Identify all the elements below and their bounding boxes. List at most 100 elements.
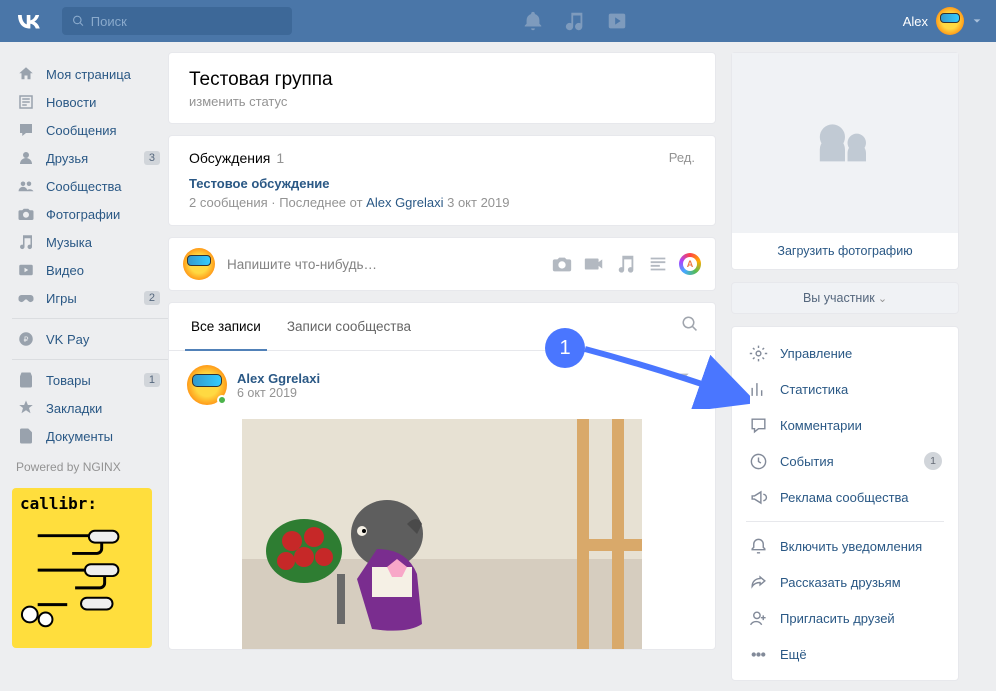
sidebar-item-docs[interactable]: Документы xyxy=(12,422,168,450)
games-icon xyxy=(16,288,36,308)
action-item-share[interactable]: Рассказать друзьям xyxy=(746,564,944,600)
upload-photo-link[interactable]: Загрузить фотографию xyxy=(732,233,958,269)
change-status-link[interactable]: изменить статус xyxy=(189,94,695,109)
music-icon xyxy=(16,232,36,252)
sidebar-item-groups[interactable]: Сообщества xyxy=(12,172,168,200)
event-icon xyxy=(748,451,768,471)
online-indicator xyxy=(217,395,227,405)
user-menu[interactable]: Alex xyxy=(903,7,982,35)
mgmt-item-gear[interactable]: Управление xyxy=(746,335,944,371)
discussions-count: 1 xyxy=(276,150,284,166)
composer-avatar xyxy=(183,248,215,280)
chevron-down-icon xyxy=(972,16,982,26)
svg-text:₽: ₽ xyxy=(24,335,29,344)
user-avatar xyxy=(936,7,964,35)
search-input[interactable] xyxy=(91,14,282,29)
mgmt-item-comment[interactable]: Комментарии xyxy=(746,407,944,443)
composer-placeholder[interactable]: Напишите что-нибудь… xyxy=(227,257,539,272)
invite-icon xyxy=(748,608,768,628)
gear-icon xyxy=(748,343,768,363)
mgmt-item-label: Статистика xyxy=(780,382,848,397)
sidebar-item-market[interactable]: Товары1 xyxy=(12,366,168,394)
action-item-label: Ещё xyxy=(780,647,807,662)
sidebar-item-label: Игры xyxy=(46,291,77,306)
sidebar-item-pay[interactable]: ₽VK Pay xyxy=(12,325,168,353)
camera-icon[interactable] xyxy=(551,253,573,275)
sidebar-item-label: Сообщества xyxy=(46,179,122,194)
sidebar-badge: 2 xyxy=(144,291,160,305)
right-column: Загрузить фотографию Вы участник Управле… xyxy=(731,52,959,681)
photo-icon xyxy=(16,204,36,224)
mgmt-item-label: События xyxy=(780,454,834,469)
mgmt-item-label: Управление xyxy=(780,346,852,361)
action-item-invite[interactable]: Пригласить друзей xyxy=(746,600,944,636)
bell-icon xyxy=(748,536,768,556)
market-icon xyxy=(16,370,36,390)
left-sidebar: Моя страница НовостиСообщенияДрузья3 Сообщ… xyxy=(0,52,168,681)
action-item-more[interactable]: Ещё xyxy=(746,636,944,672)
tab-all-posts[interactable]: Все записи xyxy=(185,303,267,350)
post-image[interactable] xyxy=(242,419,642,649)
share-icon xyxy=(748,572,768,592)
sidebar-item-label: Закладки xyxy=(46,401,102,416)
vk-logo[interactable] xyxy=(14,6,44,36)
search-icon xyxy=(72,14,85,28)
sidebar-badge: 1 xyxy=(144,373,160,387)
sidebar-item-bookmark[interactable]: Закладки xyxy=(12,394,168,422)
action-item-label: Пригласить друзей xyxy=(780,611,895,626)
ad-banner[interactable]: callibr: xyxy=(12,488,152,648)
member-status-button[interactable]: Вы участник xyxy=(731,282,959,314)
tab-community-posts[interactable]: Записи сообщества xyxy=(281,303,417,350)
sidebar-item-home[interactable]: Моя страница xyxy=(12,60,168,88)
article-icon[interactable] xyxy=(647,253,669,275)
top-notification-icons xyxy=(522,10,628,32)
photo-placeholder xyxy=(732,53,958,233)
sidebar-item-label: Документы xyxy=(46,429,113,444)
post-composer[interactable]: Напишите что-нибудь… A xyxy=(168,237,716,291)
music-icon[interactable] xyxy=(564,10,586,32)
discussions-edit-link[interactable]: Ред. xyxy=(669,150,695,166)
camera-placeholder-icon xyxy=(803,116,887,170)
wall-search-icon[interactable] xyxy=(681,315,699,333)
groups-icon xyxy=(16,176,36,196)
music-note-icon[interactable] xyxy=(615,253,637,275)
mgmt-item-label: Комментарии xyxy=(780,418,862,433)
action-item-bell[interactable]: Включить уведомления xyxy=(746,528,944,564)
friends-icon xyxy=(16,148,36,168)
video-icon[interactable] xyxy=(583,253,605,275)
discussion-topic-link[interactable]: Тестовое обсуждение xyxy=(189,176,695,191)
sidebar-item-friends[interactable]: Друзья3 xyxy=(12,144,168,172)
mgmt-badge: 1 xyxy=(924,452,942,470)
bell-icon[interactable] xyxy=(522,10,544,32)
search-box[interactable] xyxy=(62,7,292,35)
sidebar-item-label: Фотографии xyxy=(46,207,120,222)
sidebar-item-msg[interactable]: Сообщения xyxy=(12,116,168,144)
post-author-link[interactable]: Alex Ggrelaxi xyxy=(237,371,320,386)
top-bar: Alex xyxy=(0,0,996,42)
ad-text: callibr: xyxy=(12,488,152,513)
mgmt-item-ads[interactable]: Реклама сообщества xyxy=(746,479,944,515)
video-play-icon[interactable] xyxy=(606,10,628,32)
docs-icon xyxy=(16,426,36,446)
action-item-label: Включить уведомления xyxy=(780,539,922,554)
group-header-card: Тестовая группа изменить статус xyxy=(168,52,716,124)
annotation-arrow xyxy=(580,339,750,409)
mgmt-item-stats[interactable]: Статистика xyxy=(746,371,944,407)
sidebar-item-photo[interactable]: Фотографии xyxy=(12,200,168,228)
discussion-meta: 2 сообщения · Последнее от Alex Ggrelaxi… xyxy=(189,195,695,210)
sidebar-item-news[interactable]: Новости xyxy=(12,88,168,116)
group-title: Тестовая группа xyxy=(189,69,695,91)
sidebar-badge: 3 xyxy=(144,151,160,165)
sidebar-item-games[interactable]: Игры 2 xyxy=(12,284,168,312)
video-icon xyxy=(16,260,36,280)
apps-icon[interactable]: A xyxy=(679,253,701,275)
msg-icon xyxy=(16,120,36,140)
sidebar-item-music[interactable]: Музыка xyxy=(12,228,168,256)
mgmt-item-event[interactable]: События 1 xyxy=(746,443,944,479)
management-card: Управление Статистика Комментарии События 1 Р… xyxy=(731,326,959,681)
sidebar-item-video[interactable]: Видео xyxy=(12,256,168,284)
discussion-author-link[interactable]: Alex Ggrelaxi xyxy=(366,195,443,210)
post-date: 6 окт 2019 xyxy=(237,386,320,400)
sidebar-item-label: Моя страница xyxy=(46,67,131,82)
user-name: Alex xyxy=(903,14,928,29)
